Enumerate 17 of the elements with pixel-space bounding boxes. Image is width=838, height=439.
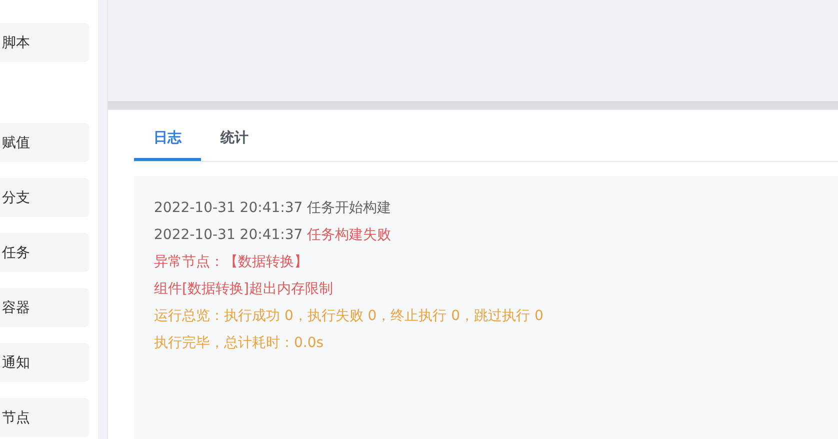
tab[interactable]: 统计 (201, 116, 268, 161)
vertical-scrollbar[interactable] (98, 0, 108, 439)
sidebar-item[interactable]: 通知 (0, 343, 89, 382)
sidebar-item[interactable]: 分支 (0, 178, 89, 217)
log-line: 异常节点：【数据转换】 (154, 253, 309, 272)
horizontal-scrollbar[interactable] (108, 101, 838, 110)
sidebar-item[interactable]: 容器 (0, 288, 89, 327)
log-line: 2022-10-31 20:41:37 任务开始构建 (154, 199, 392, 218)
log-line: 组件[数据转换]超出内存限制 (154, 280, 334, 299)
sidebar-item[interactable]: 赋值 (0, 123, 89, 162)
log-line: 2022-10-31 20:41:37 任务构建失败 (154, 226, 392, 245)
sidebar-item[interactable]: 节点 (0, 398, 89, 437)
log-line: 运行总览：执行成功 0，执行失败 0，终止执行 0，跳过执行 0 (154, 307, 544, 326)
tab[interactable]: 日志 (134, 116, 201, 161)
log-line: 执行完毕，总计耗时：0.0s (154, 334, 325, 353)
sidebar-item[interactable]: 脚本 (0, 23, 89, 62)
sidebar-item[interactable]: 任务 (0, 233, 89, 272)
